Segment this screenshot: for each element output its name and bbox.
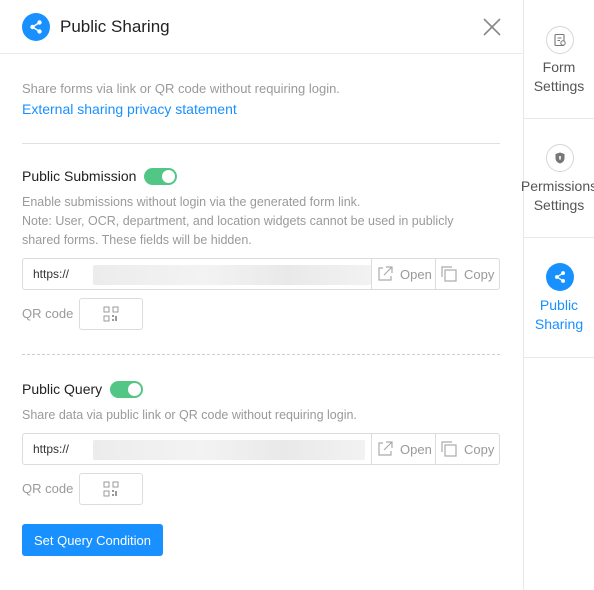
form-settings-icon [546, 26, 574, 54]
toggle-knob [128, 383, 141, 396]
section-divider [22, 143, 500, 144]
copy-button[interactable]: Copy [435, 259, 499, 289]
description-note: Note: User, OCR, department, and locatio… [22, 214, 454, 228]
qr-code-button[interactable] [79, 473, 143, 505]
public-query-description: Share data via public link or QR code wi… [22, 408, 357, 422]
close-button[interactable] [480, 15, 504, 39]
public-query-label: Public Query [22, 381, 103, 397]
url-redacted [93, 440, 365, 460]
public-submission-toggle[interactable] [144, 168, 177, 185]
open-label: Open [400, 441, 432, 457]
sidebar-item-form-settings[interactable]: Form Settings [524, 0, 594, 119]
qr-code-icon [103, 306, 119, 322]
section-divider-dashed [22, 354, 500, 355]
url-redacted [93, 265, 371, 285]
submission-url-field[interactable]: https:// Open Copy [22, 258, 500, 290]
public-query-toggle[interactable] [110, 381, 143, 398]
url-prefix: https:// [33, 442, 70, 456]
public-submission-description: Enable submissions without login via the… [22, 193, 492, 250]
sidebar-item-permissions-settings[interactable]: Permissions Settings [521, 119, 594, 238]
public-submission-label: Public Submission [22, 168, 137, 184]
sidebar-item-label: Permissions Settings [520, 178, 594, 213]
description-line: Enable submissions without login via the… [22, 195, 361, 209]
copy-icon [441, 266, 457, 282]
panel-header: Public Sharing [0, 0, 523, 54]
url-prefix: https:// [33, 267, 70, 281]
close-icon [483, 18, 501, 36]
qr-code-label: QR code [22, 306, 74, 321]
open-button[interactable]: Open [371, 259, 435, 289]
intro-text: Share forms via link or QR code without … [22, 81, 340, 96]
query-url-field[interactable]: https:// Open Copy [22, 433, 500, 465]
copy-label: Copy [464, 266, 495, 282]
settings-sidebar: Form Settings Permissions Settings Publi… [521, 0, 594, 590]
sidebar-item-label: Form Settings [533, 59, 585, 94]
privacy-statement-link[interactable]: External sharing privacy statement [22, 101, 237, 117]
open-label: Open [400, 266, 432, 282]
share-icon [546, 263, 574, 291]
copy-icon [441, 441, 457, 457]
sharing-panel: Public Sharing Share forms via link or Q… [0, 0, 523, 590]
toggle-knob [162, 170, 175, 183]
external-link-icon [378, 266, 393, 281]
page-title: Public Sharing [60, 17, 170, 36]
qr-code-button[interactable] [79, 298, 143, 330]
shield-icon [546, 144, 574, 172]
copy-button[interactable]: Copy [435, 434, 499, 464]
share-icon [22, 13, 50, 41]
open-button[interactable]: Open [371, 434, 435, 464]
description-note-continued: shared forms. These fields will be hidde… [22, 233, 252, 247]
set-query-condition-button[interactable]: Set Query Condition [22, 524, 163, 556]
external-link-icon [378, 441, 393, 456]
copy-label: Copy [464, 441, 495, 457]
qr-code-label: QR code [22, 481, 74, 496]
sidebar-item-label: Public Sharing [534, 297, 584, 332]
qr-code-icon [103, 481, 119, 497]
sidebar-item-public-sharing[interactable]: Public Sharing [524, 238, 594, 358]
